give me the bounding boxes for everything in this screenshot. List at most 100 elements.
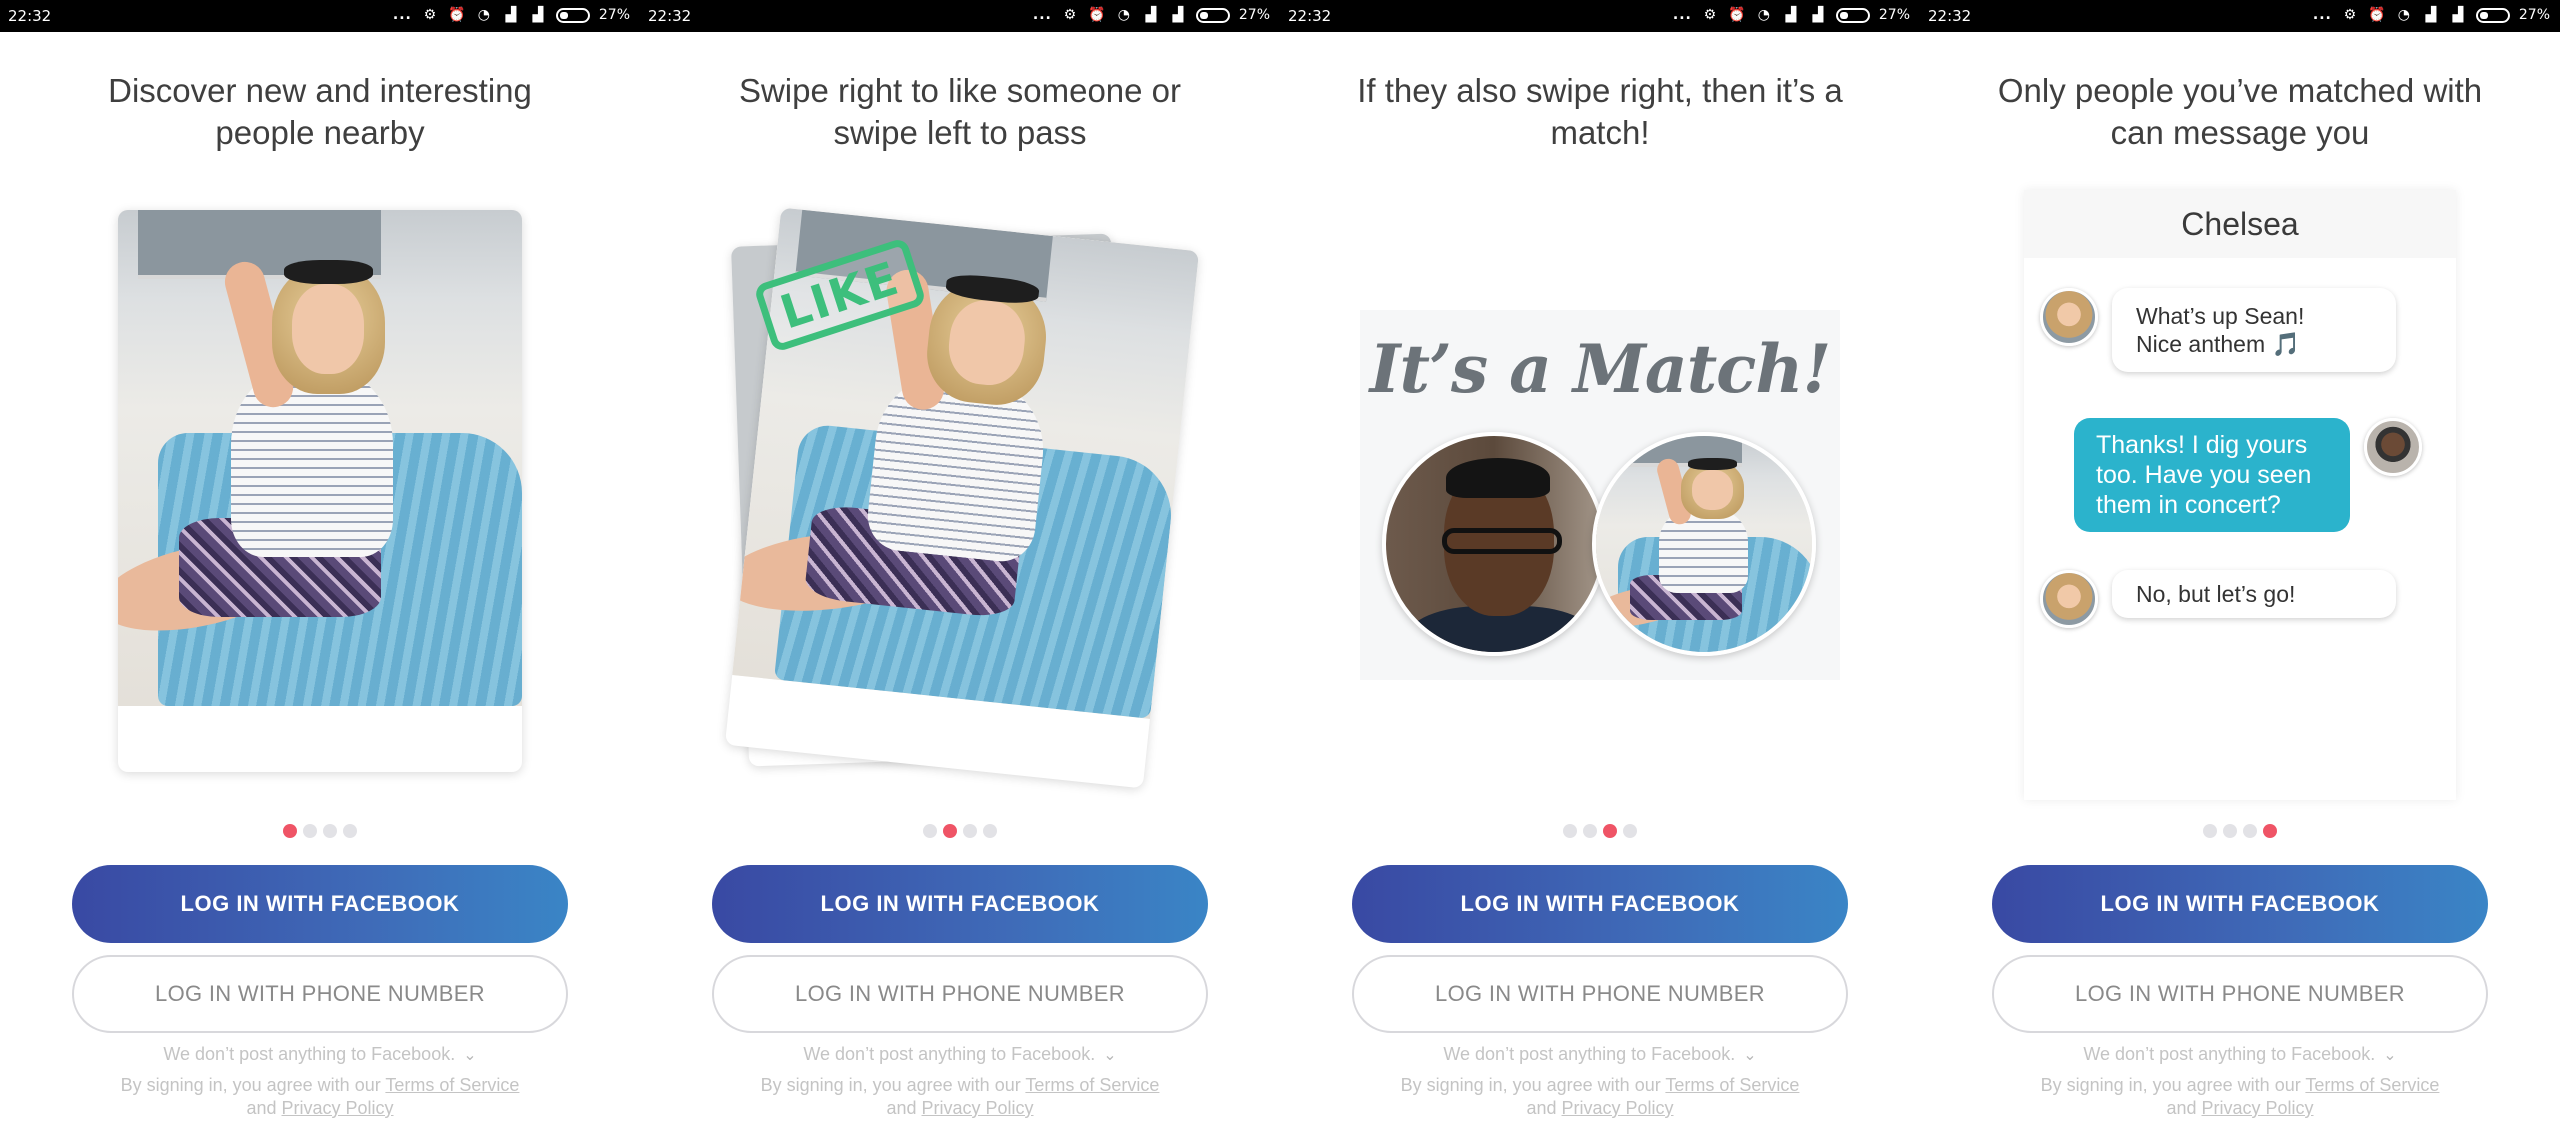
legal-text: By signing in, you agree with our Terms … xyxy=(1400,1074,1800,1120)
facebook-note[interactable]: We don’t post anything to Facebook. ⌄ xyxy=(1280,1044,1920,1065)
onboarding-screen-1: 22:32 ... ⚙ ⏰ ◔ ▟ ▟ 27% Discover new and… xyxy=(0,0,640,1137)
facebook-note-text: We don’t post anything to Facebook. xyxy=(1443,1044,1736,1064)
terms-link[interactable]: Terms of Service xyxy=(1665,1075,1799,1095)
illustration: Chelsea What’s up Sean! Nice anthem 🎵 Th… xyxy=(1920,190,2560,800)
page-indicator xyxy=(1280,824,1920,838)
facebook-note-text: We don’t post anything to Facebook. xyxy=(163,1044,456,1064)
page-title: Swipe right to like someone or swipe lef… xyxy=(738,72,1182,151)
illustration xyxy=(0,190,640,800)
signal-icon: ▟ xyxy=(532,7,544,23)
battery-icon xyxy=(555,7,590,23)
login-phone-button[interactable]: LOG IN WITH PHONE NUMBER xyxy=(1352,955,1848,1033)
facebook-note-text: We don’t post anything to Facebook. xyxy=(803,1044,1096,1064)
page-dot xyxy=(303,824,317,838)
status-icons: ... ⚙ ⏰ ◔ ▟ ▟ 27% xyxy=(1033,6,1270,24)
privacy-link[interactable]: Privacy Policy xyxy=(2202,1098,2314,1118)
facebook-note[interactable]: We don’t post anything to Facebook. ⌄ xyxy=(1920,1044,2560,1065)
status-bar: 22:32 ... ⚙ ⏰ ◔ ▟ ▟ 27% xyxy=(1920,0,2560,32)
login-phone-button[interactable]: LOG IN WITH PHONE NUMBER xyxy=(72,955,568,1033)
more-notifications-icon: ... xyxy=(392,7,412,23)
terms-link[interactable]: Terms of Service xyxy=(1025,1075,1159,1095)
legal-and: and xyxy=(886,1098,922,1118)
terms-link[interactable]: Terms of Service xyxy=(2305,1075,2439,1095)
illustration: It’s a Match! xyxy=(1280,190,1920,800)
login-phone-button[interactable]: LOG IN WITH PHONE NUMBER xyxy=(712,955,1208,1033)
onboarding-strip: 22:32 ... ⚙ ⏰ ◔ ▟ ▟ 27% Discover new and… xyxy=(0,0,2560,1137)
page-dot xyxy=(1623,824,1637,838)
battery-icon xyxy=(2475,7,2510,23)
onboarding-screen-3: 22:32 ... ⚙ ⏰ ◔ ▟ ▟ 27% If they also swi… xyxy=(1280,0,1920,1137)
chat-preview: Chelsea What’s up Sean! Nice anthem 🎵 Th… xyxy=(2024,190,2456,800)
facebook-note-text: We don’t post anything to Facebook. xyxy=(2083,1044,2376,1064)
data-saver-icon: ⚙ xyxy=(1063,7,1077,23)
more-notifications-icon: ... xyxy=(1672,7,1692,23)
onboarding-screen-4: 22:32 ... ⚙ ⏰ ◔ ▟ ▟ 27% Only people you’… xyxy=(1920,0,2560,1137)
message-text: Nice anthem xyxy=(2136,331,2266,357)
facebook-note[interactable]: We don’t post anything to Facebook. ⌄ xyxy=(0,1044,640,1065)
data-saver-icon: ⚙ xyxy=(1703,7,1717,23)
legal-and: and xyxy=(2166,1098,2202,1118)
signal-icon: ▟ xyxy=(1785,7,1797,23)
battery-percent: 27% xyxy=(598,7,630,23)
alarm-icon: ⏰ xyxy=(1728,7,1746,23)
page-dot xyxy=(2203,824,2217,838)
page-indicator xyxy=(1920,824,2560,838)
avatar xyxy=(1382,432,1606,656)
facebook-note[interactable]: We don’t post anything to Facebook. ⌄ xyxy=(640,1044,1280,1065)
legal-and: and xyxy=(1526,1098,1562,1118)
avatar xyxy=(2040,288,2098,346)
login-facebook-button[interactable]: LOG IN WITH FACEBOOK xyxy=(72,865,568,943)
login-facebook-button[interactable]: LOG IN WITH FACEBOOK xyxy=(712,865,1208,943)
legal-text: By signing in, you agree with our Terms … xyxy=(760,1074,1160,1120)
status-bar: 22:32 ... ⚙ ⏰ ◔ ▟ ▟ 27% xyxy=(0,0,640,32)
chat-bubble: Thanks! I dig yours too. Have you seen t… xyxy=(2074,418,2350,532)
battery-icon xyxy=(1195,7,1230,23)
privacy-link[interactable]: Privacy Policy xyxy=(1562,1098,1674,1118)
signal-icon: ▟ xyxy=(1172,7,1184,23)
battery-percent: 27% xyxy=(2518,7,2550,23)
legal-prefix: By signing in, you agree with our xyxy=(120,1075,386,1095)
legal-and: and xyxy=(246,1098,282,1118)
more-notifications-icon: ... xyxy=(1032,7,1052,23)
status-icons: ... ⚙ ⏰ ◔ ▟ ▟ 27% xyxy=(2313,6,2550,24)
avatar xyxy=(2364,418,2422,476)
page-indicator xyxy=(640,824,1280,838)
login-facebook-button[interactable]: LOG IN WITH FACEBOOK xyxy=(1992,865,2488,943)
page-dot xyxy=(963,824,977,838)
wifi-icon: ◔ xyxy=(2397,7,2410,23)
chevron-down-icon: ⌄ xyxy=(1743,1047,1757,1064)
chat-bubble: No, but let’s go! xyxy=(2112,570,2396,618)
terms-link[interactable]: Terms of Service xyxy=(385,1075,519,1095)
page-title: Discover new and interesting people near… xyxy=(108,72,532,151)
battery-icon xyxy=(1835,7,1870,23)
privacy-link[interactable]: Privacy Policy xyxy=(282,1098,394,1118)
login-facebook-button[interactable]: LOG IN WITH FACEBOOK xyxy=(1352,865,1848,943)
page-dot xyxy=(2243,824,2257,838)
privacy-link[interactable]: Privacy Policy xyxy=(922,1098,1034,1118)
status-time: 22:32 xyxy=(648,7,692,25)
page-dot xyxy=(943,824,957,838)
match-title: It’s a Match! xyxy=(1369,330,1832,408)
status-icons: ... ⚙ ⏰ ◔ ▟ ▟ 27% xyxy=(1673,6,1910,24)
legal-prefix: By signing in, you agree with our xyxy=(2040,1075,2306,1095)
more-notifications-icon: ... xyxy=(2312,7,2332,23)
chevron-down-icon: ⌄ xyxy=(463,1047,477,1064)
profile-card xyxy=(118,210,522,772)
battery-percent: 27% xyxy=(1238,7,1270,23)
login-phone-button[interactable]: LOG IN WITH PHONE NUMBER xyxy=(1992,955,2488,1033)
signal-icon: ▟ xyxy=(1812,7,1824,23)
chevron-down-icon: ⌄ xyxy=(1103,1047,1117,1064)
page-dot xyxy=(343,824,357,838)
wifi-icon: ◔ xyxy=(1757,7,1770,23)
alarm-icon: ⏰ xyxy=(2368,7,2386,23)
chevron-down-icon: ⌄ xyxy=(2383,1047,2397,1064)
chat-bubble: What’s up Sean! Nice anthem 🎵 xyxy=(2112,288,2396,372)
signal-icon: ▟ xyxy=(1145,7,1157,23)
page-title: If they also swipe right, then it’s a ma… xyxy=(1357,72,1843,151)
avatar xyxy=(1592,432,1816,656)
signal-icon: ▟ xyxy=(2425,7,2437,23)
page-dot xyxy=(983,824,997,838)
status-time: 22:32 xyxy=(1928,7,1972,25)
page-dot xyxy=(1563,824,1577,838)
signal-icon: ▟ xyxy=(2452,7,2464,23)
